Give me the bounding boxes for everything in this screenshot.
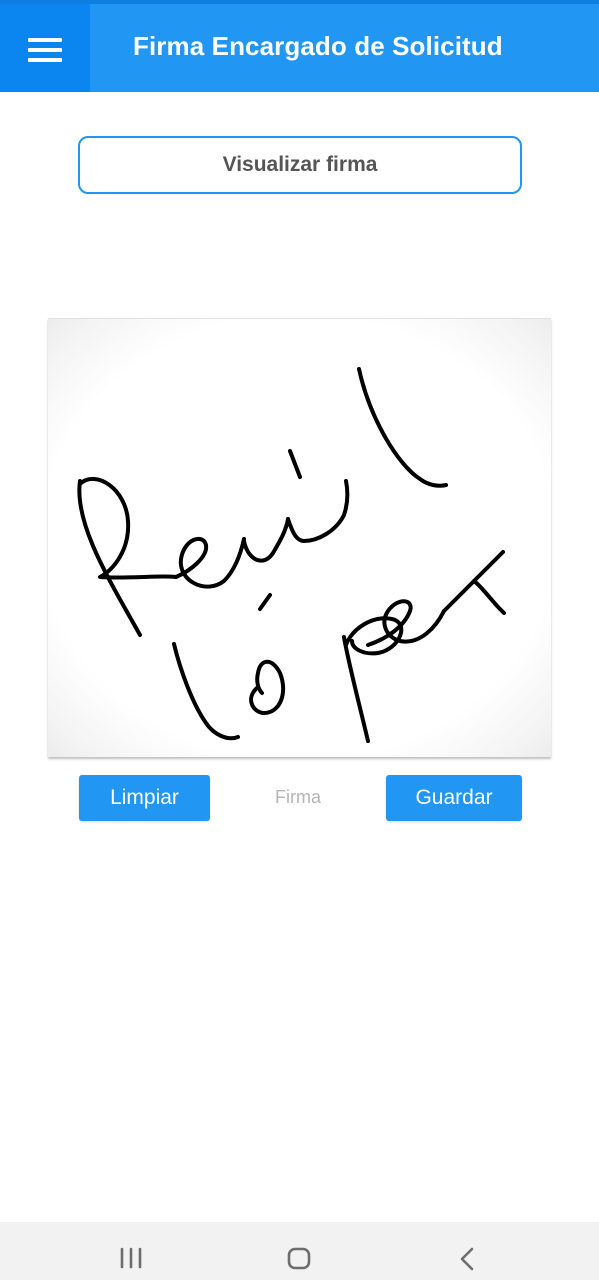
- home-icon: [287, 1247, 311, 1270]
- signature-screen: Firma Encargado de Solicitud Visualizar …: [0, 0, 599, 1280]
- menu-button[interactable]: [0, 4, 90, 92]
- view-signature-button[interactable]: Visualizar firma: [78, 136, 522, 194]
- recents-button[interactable]: [72, 1222, 192, 1280]
- save-button[interactable]: Guardar: [386, 775, 522, 821]
- app-bar: Firma Encargado de Solicitud: [0, 0, 599, 92]
- clear-button[interactable]: Limpiar: [79, 775, 210, 821]
- signature-strokes: [77, 367, 506, 743]
- back-icon: [460, 1247, 474, 1271]
- home-button[interactable]: [239, 1222, 359, 1280]
- signature-pad[interactable]: [48, 318, 551, 757]
- back-button[interactable]: [407, 1222, 527, 1280]
- system-navigation-bar: [0, 1222, 599, 1280]
- signature-caption: Firma: [275, 787, 321, 807]
- recents-icon: [120, 1247, 142, 1269]
- page-title: Firma Encargado de Solicitud: [133, 31, 503, 61]
